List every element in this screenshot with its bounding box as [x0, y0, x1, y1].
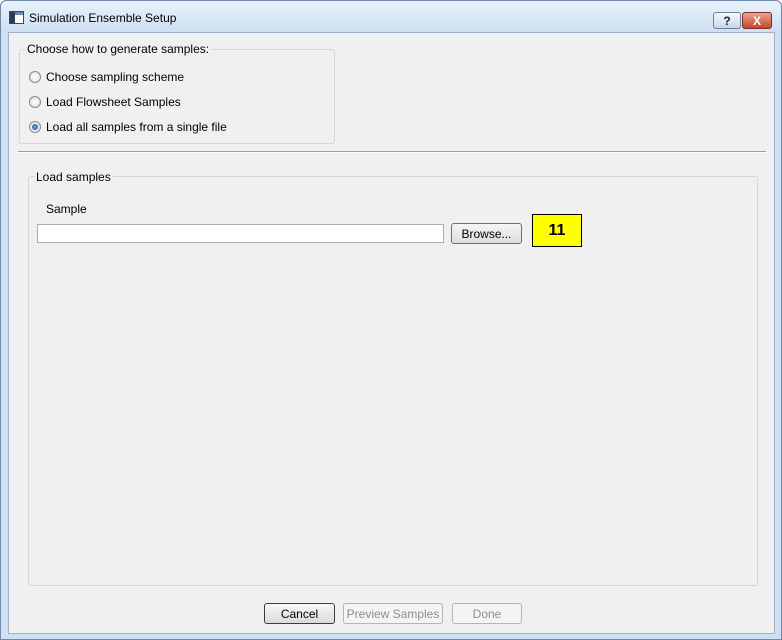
radio-load-flowsheet-samples[interactable]: Load Flowsheet Samples — [29, 94, 181, 110]
generate-samples-label: Choose how to generate samples: — [25, 42, 212, 56]
preview-samples-button[interactable]: Preview Samples — [343, 603, 443, 624]
dialog-content: Choose how to generate samples: Choose s… — [8, 32, 775, 634]
close-icon: X — [752, 13, 761, 28]
radio-label: Load Flowsheet Samples — [46, 95, 181, 109]
sample-label: Sample — [46, 202, 87, 216]
help-button[interactable]: ? — [713, 12, 741, 29]
dialog-window: Simulation Ensemble Setup ? X Choose how… — [0, 0, 782, 640]
browse-button[interactable]: Browse... — [451, 223, 522, 244]
radio-checked-icon[interactable] — [29, 121, 41, 133]
radio-icon[interactable] — [29, 96, 41, 108]
window-title: Simulation Ensemble Setup — [29, 11, 177, 25]
app-window-icon — [9, 11, 24, 24]
radio-icon[interactable] — [29, 71, 41, 83]
close-button[interactable]: X — [742, 12, 772, 29]
radio-load-single-file[interactable]: Load all samples from a single file — [29, 119, 227, 135]
sample-file-input[interactable] — [37, 224, 444, 243]
radio-label: Choose sampling scheme — [46, 70, 185, 84]
done-button[interactable]: Done — [452, 603, 522, 624]
radio-label: Load all samples from a single file — [46, 120, 227, 134]
radio-choose-sampling-scheme[interactable]: Choose sampling scheme — [29, 69, 184, 85]
title-bar[interactable]: Simulation Ensemble Setup ? X — [1, 1, 781, 31]
cancel-button[interactable]: Cancel — [264, 603, 335, 624]
step-number-badge: 11 — [532, 214, 582, 247]
separator — [18, 151, 766, 153]
load-samples-label: Load samples — [34, 170, 113, 184]
help-icon: ? — [723, 13, 731, 28]
